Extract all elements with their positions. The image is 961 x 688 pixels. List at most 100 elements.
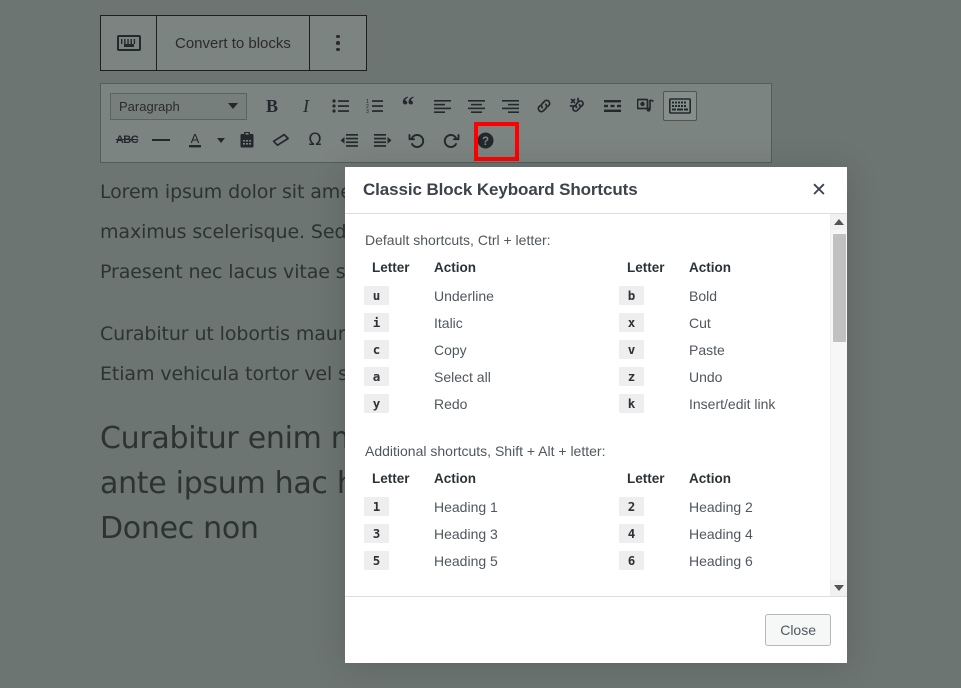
toolbar-row-2: ABC A Ω ? [110, 123, 767, 157]
text-color-icon: A [189, 131, 201, 148]
more-tag-icon [603, 100, 621, 112]
scrollbar-thumb[interactable] [833, 234, 846, 342]
paste-as-text-button[interactable] [230, 124, 264, 156]
action-cell: Cut [689, 314, 711, 331]
modal-body: Default shortcuts, Ctrl + letter: Letter… [345, 214, 830, 596]
action-cell: Undo [689, 368, 723, 385]
blockquote-button[interactable]: “ [391, 90, 425, 122]
unlink-icon [569, 97, 584, 112]
header-action-right: Action [689, 260, 731, 275]
omega-icon: Ω [308, 130, 322, 150]
key-cap: 6 [619, 551, 644, 570]
undo-button[interactable] [400, 124, 434, 156]
classic-formatting-toolbar: Paragraph B I 1 2 3 “ ABC A Ω ? [100, 83, 772, 163]
clipboard-icon [240, 132, 253, 148]
key-cap: v [619, 340, 644, 359]
keyboard-toolbar-icon [669, 98, 691, 114]
align-center-button[interactable] [459, 90, 493, 122]
toolbar-row-1: Paragraph B I 1 2 3 “ [105, 89, 767, 123]
align-left-button[interactable] [425, 90, 459, 122]
align-right-button[interactable] [493, 90, 527, 122]
additional-shortcuts-intro: Additional shortcuts, Shift + Alt + lett… [365, 443, 606, 459]
table-row: y Redo k Insert/edit link [364, 390, 830, 417]
header-action-left: Action [434, 471, 476, 486]
outdent-icon [340, 133, 358, 147]
header-letter-left: Letter [372, 471, 410, 486]
paragraph-format-select[interactable]: Paragraph [110, 92, 247, 120]
key-cap: x [619, 313, 644, 332]
special-character-button[interactable]: Ω [298, 124, 332, 156]
decrease-indent-button[interactable] [332, 124, 366, 156]
table-row: 5 Heading 5 6 Heading 6 [364, 547, 830, 574]
key-cap: b [619, 286, 644, 305]
text-color-button[interactable]: A [178, 124, 212, 156]
close-icon[interactable]: ✕ [805, 176, 833, 204]
strikethrough-button[interactable]: ABC [110, 124, 144, 156]
header-letter-right: Letter [627, 260, 665, 275]
action-cell: Underline [434, 287, 494, 304]
key-cap: 1 [364, 497, 389, 516]
action-cell: Redo [434, 395, 468, 412]
read-more-button[interactable] [595, 90, 629, 122]
add-media-button[interactable] [629, 90, 663, 122]
link-icon [537, 99, 551, 113]
paragraph-format-value: Paragraph [119, 98, 180, 114]
align-right-icon [501, 99, 519, 113]
remove-link-button[interactable] [561, 90, 595, 122]
horizontal-rule-icon [152, 139, 170, 141]
action-cell: Copy [434, 341, 467, 358]
scroll-up-arrow-icon[interactable] [831, 214, 847, 230]
modal-footer: Close [345, 596, 847, 663]
svg-text:A: A [191, 131, 200, 146]
action-cell: Heading 2 [689, 498, 753, 515]
table-row: u Underline b Bold [364, 282, 830, 309]
bulleted-list-button[interactable] [323, 90, 357, 122]
bulleted-list-icon [331, 99, 349, 113]
close-button[interactable]: Close [765, 613, 831, 647]
action-cell: Select all [434, 368, 491, 385]
action-cell: Paste [689, 341, 725, 358]
clear-formatting-button[interactable] [264, 124, 298, 156]
options-vertical-icon [336, 34, 340, 52]
toolbar-toggle-button[interactable] [663, 91, 697, 121]
italic-button[interactable]: I [289, 90, 323, 122]
additional-shortcuts-table: Letter Action Letter Action 1 Heading 1 … [364, 471, 830, 574]
redo-button[interactable] [434, 124, 468, 156]
action-cell: Heading 3 [434, 525, 498, 542]
quote-icon: “ [401, 90, 415, 120]
redo-icon [443, 133, 460, 148]
increase-indent-button[interactable] [366, 124, 400, 156]
indent-icon [374, 133, 392, 147]
table-row: a Select all z Undo [364, 363, 830, 390]
horizontal-rule-button[interactable] [144, 124, 178, 156]
keyboard-shortcuts-modal: Classic Block Keyboard Shortcuts ✕ Defau… [345, 167, 847, 663]
text-color-dropdown[interactable] [212, 124, 230, 156]
numbered-list-icon: 1 2 3 [366, 99, 383, 113]
svg-text:3: 3 [366, 109, 369, 113]
header-letter-left: Letter [372, 260, 410, 275]
table-row: c Copy v Paste [364, 336, 830, 363]
key-cap: 3 [364, 524, 389, 543]
chevron-down-icon [228, 103, 238, 109]
modal-title: Classic Block Keyboard Shortcuts [363, 180, 638, 199]
convert-to-blocks-button[interactable]: Convert to blocks [157, 16, 310, 70]
help-button-highlight [474, 122, 519, 161]
header-letter-right: Letter [627, 471, 665, 486]
more-options-button[interactable] [310, 16, 366, 70]
scroll-down-arrow-icon[interactable] [831, 580, 847, 596]
key-cap: k [619, 394, 644, 413]
classic-block-icon-button[interactable] [101, 16, 157, 70]
align-center-icon [467, 99, 485, 113]
numbered-list-button[interactable]: 1 2 3 [357, 90, 391, 122]
action-cell: Bold [689, 287, 718, 304]
table-row: 1 Heading 1 2 Heading 2 [364, 493, 830, 520]
modal-scrollbar[interactable] [830, 214, 847, 596]
header-action-left: Action [434, 260, 476, 275]
bold-button[interactable]: B [255, 90, 289, 122]
table-row: i Italic x Cut [364, 309, 830, 336]
action-cell: Heading 5 [434, 552, 498, 569]
insert-link-button[interactable] [527, 90, 561, 122]
action-cell: Insert/edit link [689, 395, 776, 412]
table-header-row: Letter Action Letter Action [364, 471, 830, 493]
key-cap: u [364, 286, 389, 305]
